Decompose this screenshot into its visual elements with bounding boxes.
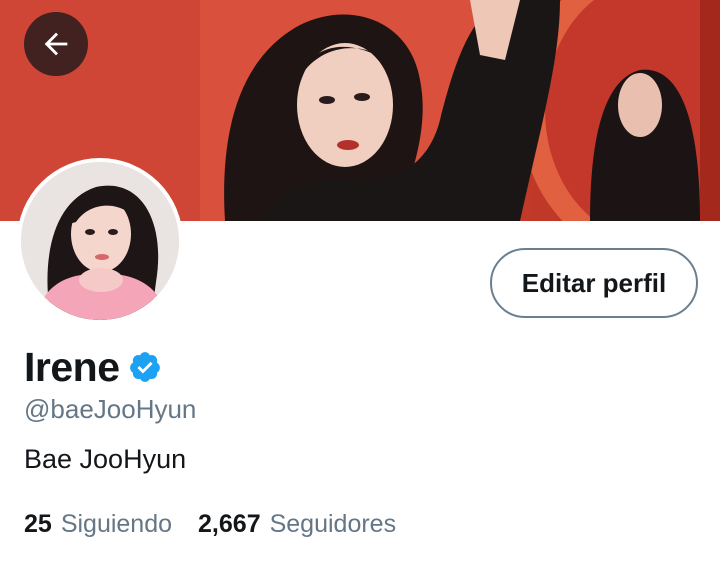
verified-badge-icon	[129, 352, 160, 382]
profile-page: Editar perfil Irene @baeJooHyun Bae JooH…	[0, 0, 720, 561]
following-count: 25	[24, 510, 52, 538]
followers-count-link[interactable]: 2,667 Seguidores	[198, 510, 396, 539]
profile-name-row: Irene	[24, 342, 162, 392]
profile-stats: 25 Siguiendo 2,667 Seguidores	[24, 510, 396, 539]
following-label: Siguiendo	[60, 510, 173, 538]
arrow-left-icon	[44, 32, 68, 56]
followers-count: 2,667	[198, 510, 261, 538]
profile-avatar[interactable]	[17, 158, 183, 324]
following-count-link[interactable]: 25 Siguiendo	[24, 510, 172, 539]
profile-bio: Bae JooHyun	[24, 444, 187, 474]
edit-profile-button[interactable]: Editar perfil	[490, 248, 698, 318]
profile-handle: @baeJooHyun	[24, 394, 197, 424]
back-button[interactable]	[24, 12, 88, 76]
followers-label: Seguidores	[269, 510, 397, 538]
profile-name: Irene	[24, 343, 120, 390]
avatar-photo	[21, 162, 179, 320]
